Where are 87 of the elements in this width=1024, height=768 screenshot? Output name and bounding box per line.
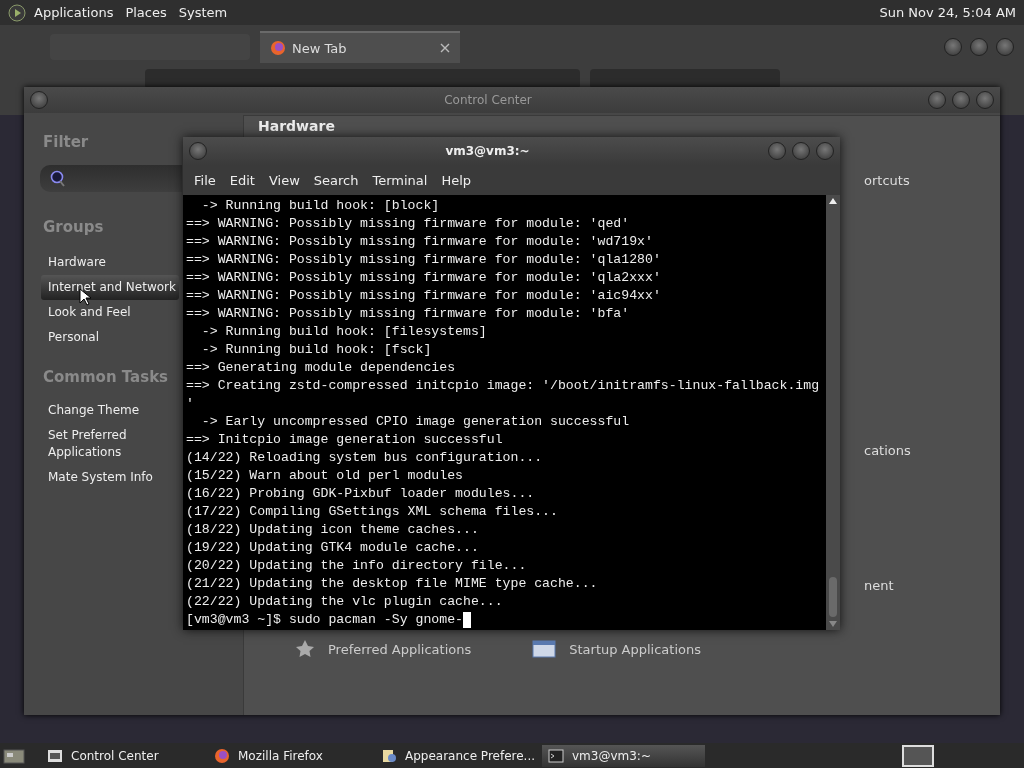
- menu-item[interactable]: Places: [125, 5, 167, 20]
- terminal-line: -> Early uncompressed CPIO image generation successful: [200, 413, 631, 431]
- terminal-line: ==> WARNING: Possibly missing firmware for module: 'aic94xx': [186, 287, 662, 305]
- section-heading: Hardware: [257, 117, 335, 134]
- terminal-line: ==> Initcpio image generation successful: [186, 431, 504, 449]
- terminal-line: (17/22) Compiling GSettings XML schema files...: [186, 503, 559, 521]
- window-button[interactable]: [189, 142, 207, 160]
- workspace-switcher[interactable]: [902, 744, 934, 767]
- task-link[interactable]: Set Preferred Applications: [40, 427, 158, 461]
- window-title: vm3@vm3:~: [444, 144, 531, 158]
- window-button[interactable]: [970, 38, 988, 56]
- item-label[interactable]: nent: [864, 578, 894, 593]
- browser-tab[interactable]: New Tab: [260, 31, 460, 63]
- address-field[interactable]: [145, 69, 580, 89]
- sidebar-item[interactable]: Personal: [41, 325, 102, 350]
- taskbar-button[interactable]: Control Center: [41, 744, 204, 767]
- menu-item[interactable]: Search: [306, 172, 366, 188]
- item-label[interactable]: Startup Applications: [569, 641, 701, 657]
- taskbar-button[interactable]: Appearance Prefere...: [375, 744, 538, 767]
- item-label[interactable]: ortcuts: [864, 173, 910, 188]
- menu-item[interactable]: Terminal: [365, 172, 435, 188]
- menu-item[interactable]: Edit: [222, 172, 262, 188]
- window-button[interactable]: [816, 142, 834, 160]
- window-button[interactable]: [928, 91, 946, 109]
- search-field[interactable]: [40, 165, 182, 192]
- window-button[interactable]: [944, 38, 962, 56]
- down-arrow-icon: [829, 621, 837, 627]
- terminal-line: -> Running build hook: [block]: [200, 197, 441, 215]
- desktop-icon: [3, 746, 25, 765]
- section-heading: Groups: [43, 218, 104, 236]
- sidebar-item[interactable]: Look and Feel: [41, 300, 134, 325]
- terminal-line: ': [186, 395, 195, 413]
- menu-item[interactable]: View: [261, 172, 307, 188]
- terminal-line: (20/22) Updating the info directory file...: [186, 557, 528, 575]
- control-panel-icon: [47, 747, 63, 764]
- sidebar-item[interactable]: Hardware: [41, 250, 109, 275]
- window-button[interactable]: [996, 38, 1014, 56]
- window-button[interactable]: [976, 91, 994, 109]
- terminal-line: ==> WARNING: Possibly missing firmware for module: 'qla1280': [186, 251, 662, 269]
- terminal-line: ==> WARNING: Possibly missing firmware for module: 'qla2xxx': [186, 269, 662, 287]
- window-icon: [531, 638, 558, 660]
- menu-item[interactable]: System: [178, 5, 228, 20]
- task-link[interactable]: Mate System Info: [40, 469, 153, 486]
- taskbar-button[interactable]: vm3@vm3:~: [542, 744, 705, 767]
- clock[interactable]: Sun Nov 24, 5:04 AM: [879, 5, 1016, 20]
- terminal-line: ==> WARNING: Possibly missing firmware for module: 'qed': [186, 215, 631, 233]
- terminal-line: (18/22) Updating icon theme caches...: [186, 521, 480, 539]
- globe-icon: [270, 40, 286, 56]
- terminal-line: ==> WARNING: Possibly missing firmware for module: 'wd719x': [186, 233, 654, 251]
- section-heading: Filter: [43, 133, 89, 151]
- terminal-line: (16/22) Probing GDK-Pixbuf loader modules...: [186, 485, 536, 503]
- close-icon: [440, 43, 450, 53]
- menu-item[interactable]: Help: [434, 172, 479, 188]
- search-icon: [50, 169, 66, 188]
- menu-item[interactable]: File: [187, 172, 223, 188]
- terminal-icon: [548, 747, 564, 764]
- item-label[interactable]: cations: [864, 443, 911, 458]
- menu-item[interactable]: Applications: [34, 5, 114, 20]
- scrollbar[interactable]: [826, 195, 840, 630]
- scrollbar-thumb[interactable]: [829, 577, 837, 617]
- globe-icon: [214, 747, 230, 764]
- terminal-line: ==> Generating module dependencies: [186, 359, 457, 377]
- terminal-line: -> Running build hook: [fsck]: [200, 341, 433, 359]
- window-button[interactable]: [952, 91, 970, 109]
- window-title: Control Center: [443, 93, 533, 107]
- terminal-line: ==> Creating zstd-compressed initcpio image: '/boot/initramfs-linux-fallback.img: [186, 377, 821, 395]
- terminal-line: ==> WARNING: Possibly missing firmware for module: 'bfa': [186, 305, 631, 323]
- item-label[interactable]: Preferred Applications: [328, 641, 472, 657]
- window-button[interactable]: [30, 91, 48, 109]
- sidebar-item[interactable]: Internet and Network: [41, 275, 179, 300]
- terminal-line: (21/22) Updating the desktop file MIME type cache...: [186, 575, 599, 593]
- window-button[interactable]: [792, 142, 810, 160]
- window-button[interactable]: [768, 142, 786, 160]
- terminal-line: (22/22) Updating the vlc plugin cache...: [186, 593, 504, 611]
- search-field[interactable]: [590, 69, 780, 89]
- text-cursor: [463, 612, 471, 628]
- terminal-line: (14/22) Reloading system bus configuration...: [186, 449, 544, 467]
- terminal-line: (19/22) Updating GTK4 module cache...: [186, 539, 480, 557]
- terminal-line: (15/22) Warn about old perl modules: [186, 467, 464, 485]
- task-link[interactable]: Change Theme: [40, 402, 140, 419]
- section-heading: Common Tasks: [43, 368, 169, 386]
- command-line[interactable]: [vm3@vm3 ~]$ sudo pacman -Sy gnome-: [186, 611, 463, 629]
- up-arrow-icon: [829, 198, 837, 204]
- terminal-line: -> Running build hook: [filesystems]: [200, 323, 488, 341]
- taskbar-button[interactable]: Mozilla Firefox: [208, 744, 371, 767]
- palette-icon: [381, 747, 397, 764]
- app-menu-icon: [8, 3, 26, 22]
